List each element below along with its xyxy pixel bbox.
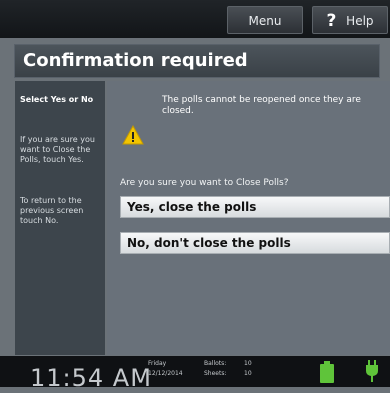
top-bar: Menu ? Help xyxy=(0,0,390,38)
instruction-sidebar: Select Yes or No If you are sure you wan… xyxy=(15,81,105,355)
menu-button[interactable]: Menu xyxy=(227,6,303,34)
confirmation-question: Are you sure you want to Close Polls? xyxy=(120,178,289,188)
menu-button-label: Menu xyxy=(248,14,282,28)
date-label: 12/12/2014 xyxy=(148,370,183,377)
sidebar-instruction-yes: If you are sure you want to Close the Po… xyxy=(20,135,95,164)
battery-icon xyxy=(320,361,334,383)
sidebar-heading: Select Yes or No xyxy=(20,95,94,104)
sheets-count: 10 xyxy=(244,370,252,377)
question-mark-icon: ? xyxy=(326,11,337,31)
ballots-count: 10 xyxy=(244,360,252,367)
help-button-label: Help xyxy=(346,14,374,28)
sidebar-instruction-no: To return to the previous screen touch N… xyxy=(20,196,84,225)
power-plug-icon xyxy=(366,360,378,382)
warning-triangle-icon xyxy=(122,125,144,145)
warning-message: The polls cannot be reopened once they a… xyxy=(162,95,361,116)
confirmation-panel: The polls cannot be reopened once they a… xyxy=(107,81,390,355)
no-dont-close-polls-button[interactable]: No, don't close the polls xyxy=(120,232,390,254)
page-header: Confirmation required xyxy=(14,44,380,78)
ballots-label: Ballots: xyxy=(204,360,227,367)
yes-close-polls-button[interactable]: Yes, close the polls xyxy=(120,196,390,218)
day-label: Friday xyxy=(148,360,167,367)
clock: 11:54 AM xyxy=(30,364,152,392)
help-button[interactable]: ? Help xyxy=(312,6,388,34)
page-title: Confirmation required xyxy=(23,50,248,71)
status-bar: 11:54 AM Friday 12/12/2014 Ballots: 10 S… xyxy=(0,356,390,392)
sheets-label: Sheets: xyxy=(204,370,227,377)
